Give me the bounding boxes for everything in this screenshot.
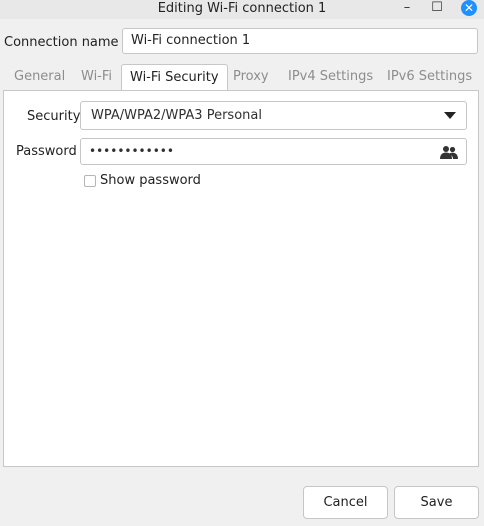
chevron-down-icon [444,112,456,119]
tab-wifi[interactable]: Wi-Fi [81,69,112,85]
users-icon[interactable] [440,145,458,159]
password-input[interactable]: •••••••••••• [80,138,467,165]
connection-name-input[interactable]: Wi-Fi connection 1 [122,28,478,54]
tab-wifi-security[interactable]: Wi-Fi Security [121,64,228,91]
security-dropdown[interactable]: WPA/WPA2/WPA3 Personal [80,101,467,130]
tab-general[interactable]: General [14,69,65,85]
minimize-button[interactable]: – [398,0,416,18]
password-label: Password [16,144,77,159]
security-label: Security [27,109,81,124]
security-value: WPA/WPA2/WPA3 Personal [91,108,262,123]
close-button[interactable]: ✕ [461,0,477,16]
tab-proxy[interactable]: Proxy [233,69,269,85]
tab-ipv4-settings[interactable]: IPv4 Settings [288,69,373,85]
tab-bar: General Wi-Fi Wi-Fi Security Proxy IPv4 … [0,64,484,91]
maximize-button[interactable]: ☐ [428,0,446,18]
connection-name-label: Connection name [4,35,119,50]
title-bar: Editing Wi-Fi connection 1 – ☐ ✕ [0,0,484,19]
save-button[interactable]: Save [394,486,479,519]
show-password-label[interactable]: Show password [100,173,201,188]
show-password-checkbox[interactable] [84,175,96,187]
cancel-button[interactable]: Cancel [303,486,388,519]
password-value: •••••••••••• [89,144,174,158]
tab-ipv6-settings[interactable]: IPv6 Settings [387,69,472,85]
